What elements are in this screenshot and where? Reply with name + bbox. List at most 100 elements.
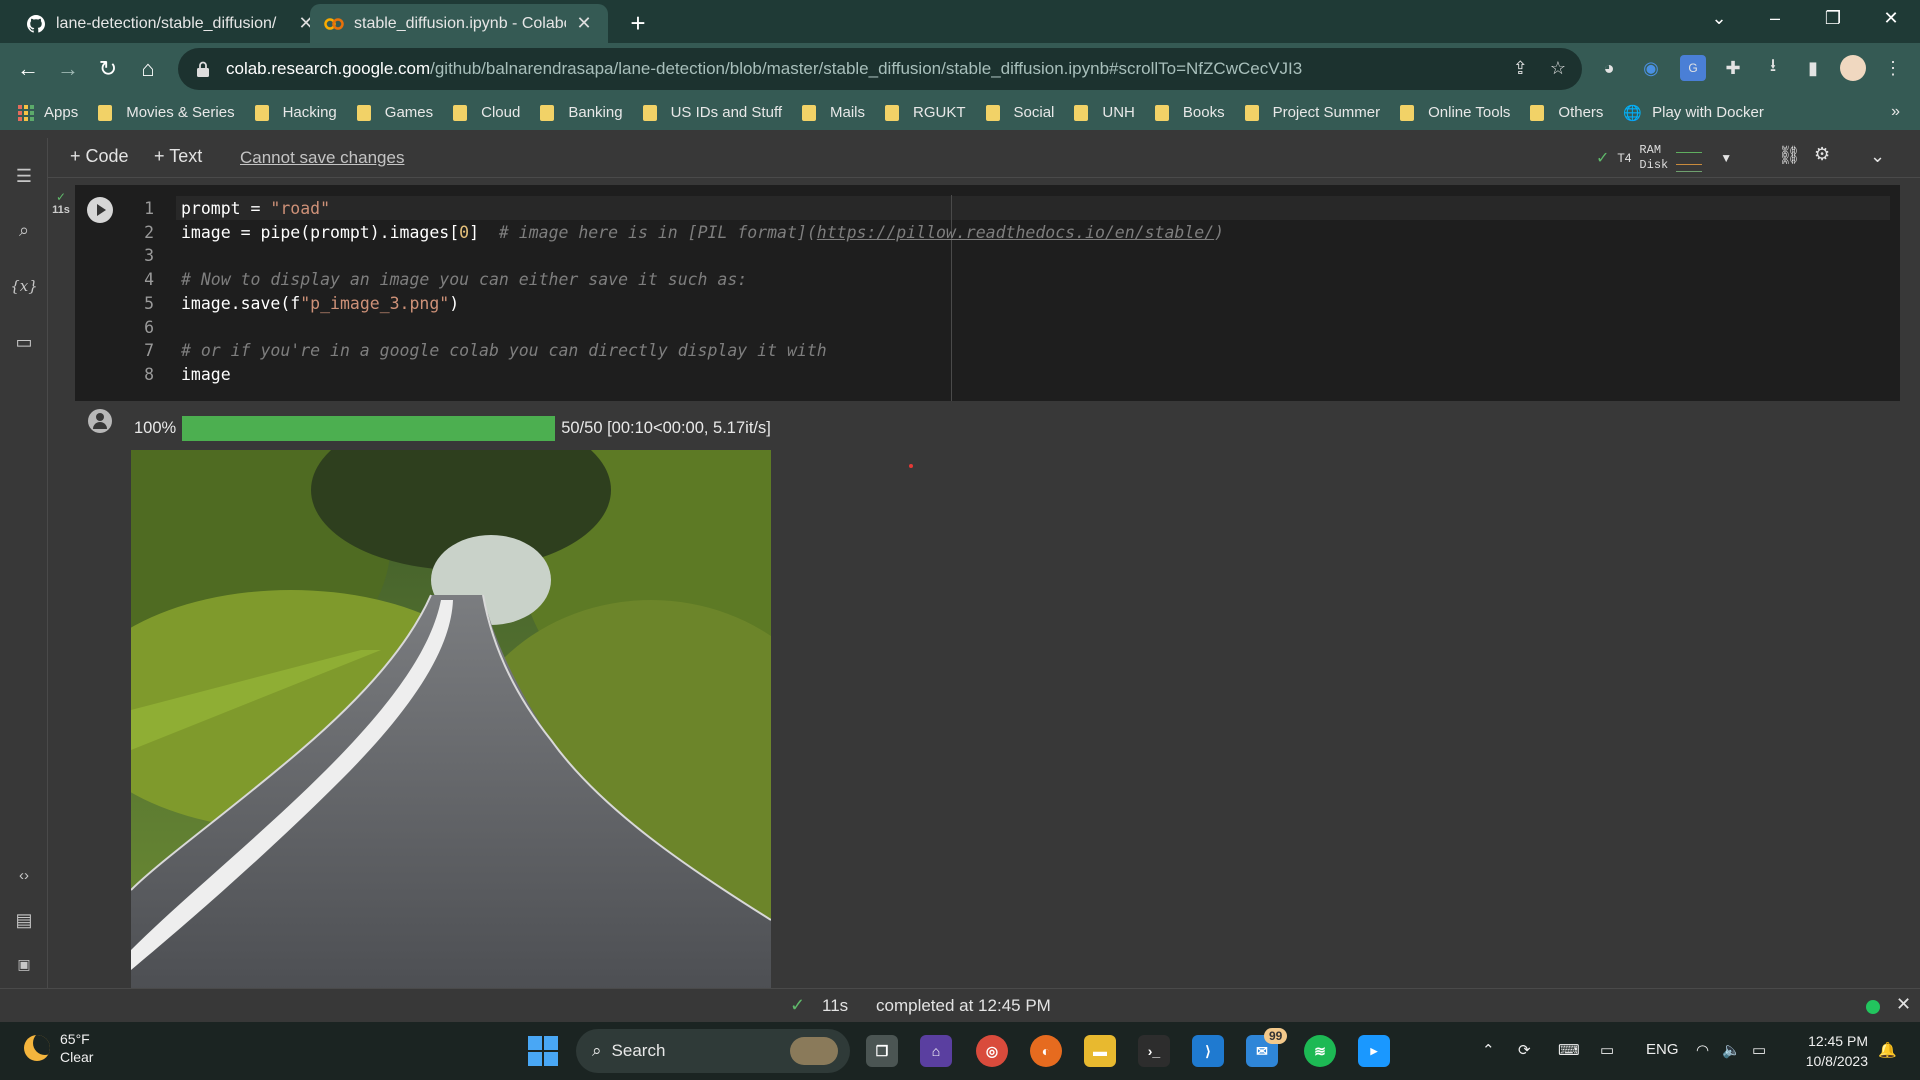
add-text-button[interactable]: + Text [154,146,202,167]
bookmark-docker[interactable]: 🌐 Play with Docker [1623,104,1763,122]
code-editor[interactable]: 1 prompt = "road" 2 image = pipe(prompt).i… [120,197,1224,387]
restore-icon[interactable]: ❐ [1818,8,1848,29]
firefox-icon[interactable]: ◐ [1030,1035,1062,1067]
taskbar-search[interactable]: ⌕ Search [576,1029,850,1073]
bookmark-folder[interactable]: Hacking [254,104,337,121]
bookmark-folder[interactable]: Social [985,104,1054,121]
bookmark-folder[interactable]: Games [356,104,433,121]
exec-time: 11s [52,204,70,216]
bookmark-folder[interactable]: UNH [1074,104,1135,121]
folder-icon [1244,104,1259,121]
code-snippets-icon[interactable]: ‹› [10,862,38,890]
gear-icon[interactable]: ⚙ [1814,144,1830,165]
bookmark-folder[interactable]: Cloud [453,104,520,121]
link-icon[interactable]: ⛓ [1778,145,1801,166]
command-palette-icon[interactable]: ▤ [10,906,38,934]
variables-icon[interactable]: {x} [10,272,38,300]
clock-date: 10/8/2023 [1805,1053,1868,1069]
folder-icon [356,104,371,121]
chevron-down-icon[interactable]: ▼ [1720,151,1732,165]
search-icon[interactable]: ⌕ [10,216,38,244]
progress-stats: 50/50 [00:10<00:00, 5.17it/s] [561,419,771,437]
collapse-chevron-icon[interactable]: ⌄ [1870,146,1885,167]
bookmark-folder[interactable]: Movies & Series [98,104,235,121]
code-line: 3 [120,244,1224,268]
bookmark-folder[interactable]: Banking [540,104,623,121]
side-panel-icon[interactable]: ▮ [1800,55,1826,81]
avatar[interactable] [1840,55,1866,81]
keyboard-icon[interactable]: ⌨ [1558,1041,1580,1059]
output-avatar-icon[interactable] [88,409,112,433]
code-token: image [181,364,231,384]
bookmark-folder[interactable]: Project Summer [1244,104,1381,121]
tab-colab[interactable]: stable_diffusion.ipynb - Colabora ✕ [310,4,608,43]
add-code-button[interactable]: + Code [70,146,129,167]
bookmark-folder[interactable]: US IDs and Stuff [642,104,782,121]
resource-graph [1676,144,1703,172]
bookmark-label: Hacking [282,104,337,121]
run-cell-button[interactable] [87,197,113,223]
bookmark-folder[interactable]: Mails [802,104,865,121]
menu-kebab-icon[interactable]: ⋮ [1880,55,1906,81]
sync-icon[interactable]: ⟳ [1518,1041,1531,1059]
chrome-icon[interactable]: ◎ [976,1035,1008,1067]
back-icon[interactable]: ← [12,53,44,85]
bookmark-label: Banking [568,104,623,121]
bookmark-star-icon[interactable]: ☆ [1550,58,1566,79]
runtime-indicator[interactable]: ✓ T4 RAM Disk ▼ [1596,142,1782,174]
spotify-icon[interactable]: ≋ [1304,1035,1336,1067]
system-clock[interactable]: 12:45 PM 10/8/2023 [1790,1031,1868,1071]
bookmark-folder[interactable]: Online Tools [1400,104,1510,121]
notification-bell-icon[interactable]: 🔔 [1878,1041,1897,1059]
file-explorer-icon[interactable]: ▬ [1084,1035,1116,1067]
extension-shazam-icon[interactable]: ◉ [1638,55,1664,81]
share-icon[interactable]: ⇪ [1513,58,1528,79]
colab-icon [324,14,344,34]
windows-start-icon[interactable] [528,1036,558,1066]
cannot-save-link[interactable]: Cannot save changes [240,148,404,168]
puzzle-icon[interactable]: ✚ [1720,55,1746,81]
colab-toolbar: + Code + Text Cannot save changes ✓ T4 R… [48,138,1920,178]
weather-widget[interactable]: 65°F Clear [24,1030,93,1066]
lock-icon [197,61,209,77]
dev-home-icon[interactable]: ⌂ [920,1035,952,1067]
code-token: "road" [270,199,331,218]
tray-overflow-icon[interactable]: ⌃ [1482,1041,1495,1059]
language-indicator[interactable]: ENG [1646,1041,1679,1058]
volume-icon[interactable]: 🔈 [1722,1041,1741,1059]
bookmark-label: Project Summer [1272,104,1381,121]
bookmarks-overflow-icon[interactable]: » [1891,103,1900,121]
bookmark-apps[interactable]: Apps [18,104,78,121]
code-line: 7 # or if you're in a google colab you ca… [120,339,1224,363]
tab-search-chevron-icon[interactable]: ⌄ [1704,8,1734,29]
new-tab-icon[interactable]: + [624,8,652,39]
terminal-icon[interactable]: ›_ [1138,1035,1170,1067]
tab-github[interactable]: lane-detection/stable_diffusion/ ✕ [12,4,330,43]
terminal-icon[interactable]: ▣ [10,950,38,978]
tablet-icon[interactable]: ▭ [1600,1041,1614,1059]
bookmark-folder[interactable]: Books [1154,104,1225,121]
bookmark-folder[interactable]: RGUKT [885,104,966,121]
forward-icon[interactable]: → [52,53,84,85]
reload-icon[interactable]: ↻ [92,53,124,85]
wifi-icon[interactable]: ◠ [1696,1041,1709,1059]
translate-icon[interactable]: G [1680,55,1706,81]
extension-mask-icon[interactable]: ◕ [1596,55,1622,81]
download-icon[interactable]: ⭳ [1760,55,1786,81]
task-view-icon[interactable]: ❐ [866,1035,898,1067]
vscode-icon[interactable]: ⟩ [1192,1035,1224,1067]
close-icon[interactable]: ✕ [574,13,594,34]
window-close-icon[interactable]: ✕ [1876,8,1906,29]
code-link[interactable]: https://pillow.readthedocs.io/en/stable/ [817,221,1214,245]
table-of-contents-icon[interactable]: ☰ [10,162,38,190]
address-bar[interactable]: colab.research.google.com/github/balnare… [178,48,1582,90]
home-icon[interactable]: ⌂ [132,53,164,85]
battery-icon[interactable]: ▭ [1752,1041,1766,1059]
bookmark-label: Play with Docker [1652,104,1764,121]
colab-side-rail: ☰ ⌕ {x} ▭ ‹› ▤ ▣ [0,138,48,988]
minimize-icon[interactable]: – [1760,8,1790,29]
close-icon[interactable]: ✕ [1896,994,1911,1015]
bookmark-folder[interactable]: Others [1530,104,1603,121]
prime-video-icon[interactable]: ▶ [1358,1035,1390,1067]
files-folder-icon[interactable]: ▭ [10,328,38,356]
